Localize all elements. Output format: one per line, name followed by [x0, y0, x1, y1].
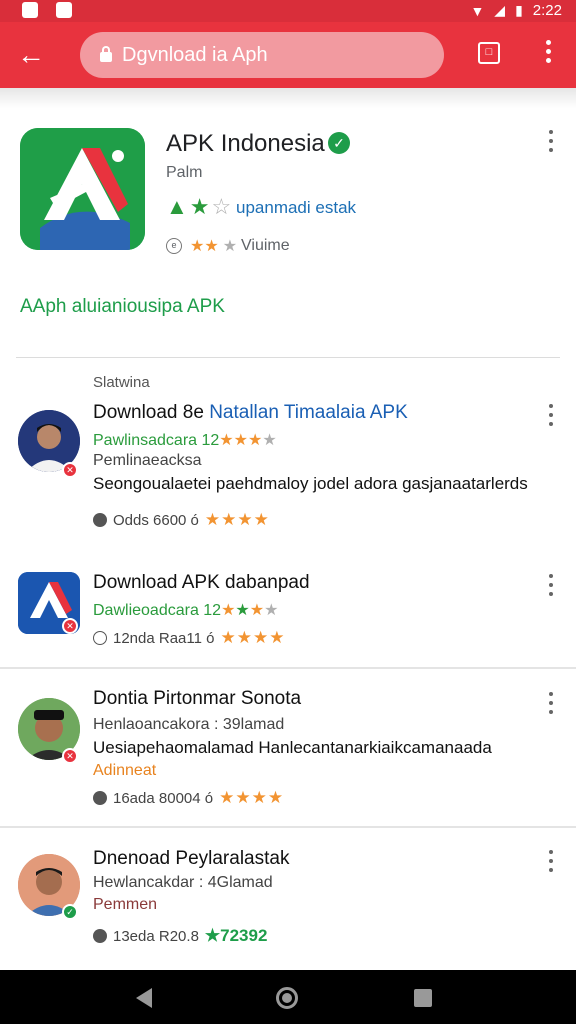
app-title: APK Indonesia: [166, 130, 325, 157]
status-bar: ▼ ◢ ▮ 2:22: [0, 0, 576, 22]
section-label: Slatwina: [93, 374, 150, 391]
app-more-icon[interactable]: [544, 130, 558, 156]
download-icon: [93, 631, 107, 645]
app-header-card: APK Indonesia ✓ Palm ▲ ★ ☆ upanmadi esta…: [0, 108, 576, 358]
app-tagline-link[interactable]: AAph aluianiousipa APK: [20, 296, 225, 318]
info-icon: e: [166, 238, 182, 254]
item-subtitle: Henlaoancakora : 39lamad: [93, 716, 285, 733]
badge-icon: ✕: [62, 618, 78, 634]
star-empty-icon: ☆: [211, 194, 232, 219]
notification-icon: [22, 2, 38, 18]
app-logo-icon: [20, 128, 145, 250]
url-text: Dgvnload ia Aph: [122, 44, 268, 66]
browser-toolbar: ← Dgvnload ia Aph □: [0, 22, 576, 88]
app-meta-row: e ★★ ★ Viuime: [166, 236, 290, 256]
verified-badge-icon: ✓: [62, 904, 78, 920]
download-icon: [93, 791, 107, 805]
item-subtitle: Dawlieoadcara 12★★★★: [93, 602, 279, 619]
app-rating-stars: ▲ ★ ☆: [166, 194, 231, 220]
item-tag: Adinneat: [93, 762, 157, 779]
star-filled-icon: ★★: [190, 238, 219, 255]
item-title: Download APK dabanpad: [93, 572, 310, 593]
item-description: Uesiapehaomalamad Hanlecantanarkiaikcama…: [93, 738, 492, 757]
developer-link[interactable]: upanmadi estak: [236, 198, 356, 218]
item-description: Seongoualaetei paehdmaloy jodel adora ga…: [93, 474, 528, 493]
divider: [0, 826, 576, 828]
star-empty-icon: ★: [222, 238, 238, 255]
url-bar[interactable]: Dgvnload ia Aph: [80, 32, 444, 78]
app-meta-text: Viuime: [241, 237, 290, 254]
item-category: Pemlinaeacksa: [93, 452, 202, 469]
download-icon: [93, 929, 107, 943]
item-subtitle: Pawlinsadcara 12★★★★: [93, 432, 277, 449]
app-subtitle: Palm: [166, 164, 203, 181]
item-stats: 12nda Raa11 ó ★★★★: [93, 628, 285, 648]
more-menu-icon[interactable]: [538, 40, 558, 70]
download-icon: [93, 513, 107, 527]
divider: [0, 667, 576, 669]
item-subtitle: Hewlancakdar : 4Glamad: [93, 874, 273, 891]
item-rating-stars: ★★★★: [220, 628, 286, 647]
divider: [16, 357, 560, 358]
item-more-icon[interactable]: [546, 574, 556, 600]
system-nav-bar: [0, 970, 576, 1024]
verified-check-icon: ✓: [328, 132, 350, 154]
badge-icon: ✕: [62, 462, 78, 478]
item-rating-stars: ★72392: [204, 926, 268, 945]
item-rating-stars: ★★★★: [204, 510, 270, 529]
item-stats: Odds 6600 ó ★★★★: [93, 510, 270, 530]
star-filled-icon: ★: [189, 194, 210, 219]
star-filled-icon: ▲: [166, 194, 188, 219]
item-more-icon[interactable]: [546, 692, 556, 718]
item-more-icon[interactable]: [546, 404, 556, 430]
battery-icon: ▮: [515, 2, 523, 18]
item-stats: 16ada 80004 ó ★★★★: [93, 788, 284, 808]
back-arrow-icon[interactable]: ←: [14, 38, 48, 72]
nav-back-icon[interactable]: [136, 988, 152, 1008]
item-title: Download 8e Natallan Timaalaia APK: [93, 402, 408, 423]
nav-recents-icon[interactable]: [414, 989, 432, 1007]
item-rating-stars: ★★★★: [219, 788, 285, 807]
badge-icon: ✕: [62, 748, 78, 764]
signal-icon: ◢: [494, 2, 506, 18]
list-item[interactable]: ✕ Download 8e Natallan Timaalaia APK Paw…: [0, 396, 576, 546]
item-more-icon[interactable]: [546, 850, 556, 876]
item-category: Pemmen: [93, 896, 158, 913]
item-title: Dontia Pirtonmar Sonota: [93, 688, 302, 709]
item-stats: 13eda R20.8 ★72392: [93, 926, 267, 946]
list-item[interactable]: ✕ Dontia Pirtonmar Sonota Henlaoancakora…: [0, 676, 576, 816]
nav-home-icon[interactable]: [276, 987, 298, 1009]
item-title: Dnenoad Peylaralastak: [93, 848, 290, 869]
list-item[interactable]: ✕ Download APK dabanpad Dawlieoadcara 12…: [0, 560, 576, 660]
tabs-button[interactable]: □: [478, 42, 500, 64]
list-item[interactable]: ✓ Dnenoad Peylaralastak Hewlancakdar : 4…: [0, 834, 576, 964]
toolbar-shadow: [0, 88, 576, 108]
wifi-icon: ▼: [470, 2, 485, 19]
clock: 2:22: [532, 2, 562, 19]
lock-icon: [100, 46, 112, 62]
notification-icon: [56, 2, 72, 18]
